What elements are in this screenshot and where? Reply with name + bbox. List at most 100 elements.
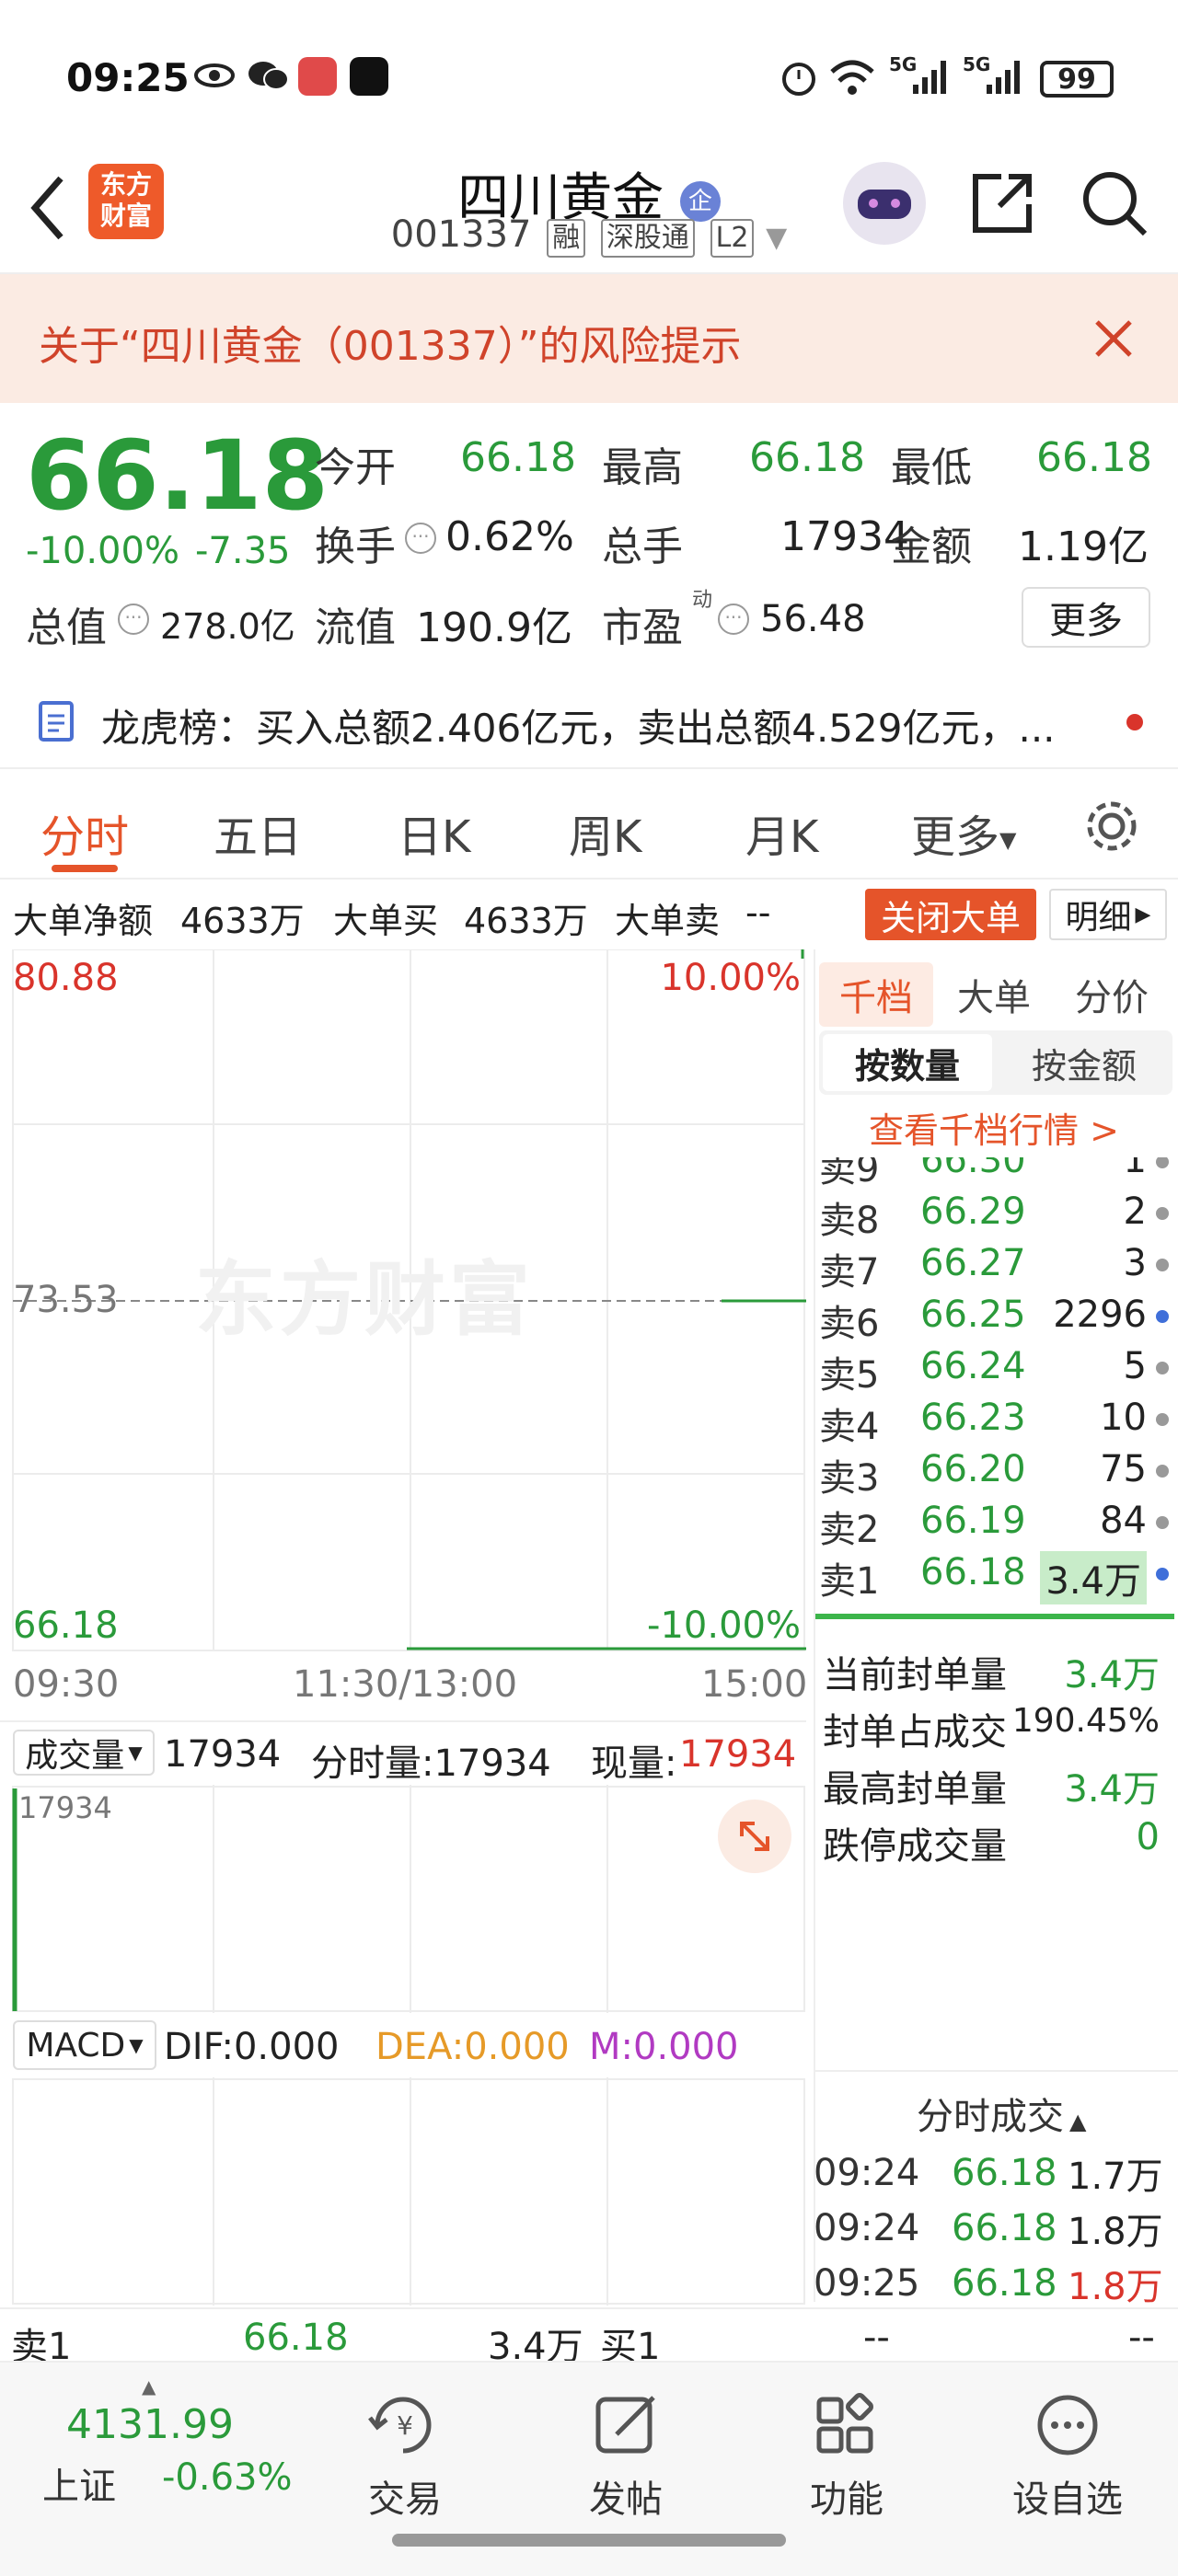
expand-icon[interactable] [718,1800,791,1873]
macd-dif: DIF:0.000 [164,2026,340,2068]
ai-assistant-icon[interactable] [843,162,926,245]
status-dot [1156,1362,1169,1374]
detail-button[interactable]: 明细 ▶ [1049,889,1167,940]
index-value: 4131.99 [66,2401,234,2448]
document-icon [39,701,74,742]
chevron-down-icon: ▼ [128,1742,143,1764]
tab-month-k[interactable]: 月K [745,800,818,865]
macd-selector[interactable]: MACD ▼ [13,2020,156,2070]
tab-large-orders[interactable]: 大单 [957,968,1031,1021]
info-icon[interactable]: ··· [118,604,149,635]
tab-more[interactable]: 更多▼ [911,800,1016,865]
tab-five-day[interactable]: 五日 [214,800,302,865]
close-big-order-button[interactable]: 关闭大单 [865,889,1036,940]
seal-row: 封单占成交 190.45% [823,1702,1172,1755]
time-start-label: 09:30 [13,1663,120,1706]
status-dot [1156,1157,1169,1168]
trades-title[interactable]: 分时成交 ▲ [917,2087,1086,2140]
status-dot [1156,1413,1169,1426]
min-price-label: 66.18 [13,1604,119,1647]
more-button[interactable]: 更多 [1022,587,1150,648]
detail-button-label: 明细 [1065,899,1132,937]
trade-list: 09:24 66.18 1.7万 09:24 66.18 1.8万 09:25 66.18… [814,2145,1178,2311]
subtab-group: 按数量 按金额 [819,1030,1172,1095]
dropdown-caret-icon[interactable]: ▼ [766,222,787,254]
status-dot [1156,1207,1169,1220]
ask-price: 66.23 [920,1397,1026,1439]
trade-icon: ¥ [368,2397,432,2454]
info-icon[interactable]: ··· [405,523,436,554]
ask-price: 66.27 [920,1242,1026,1284]
mid-price-label: 73.53 [13,1279,119,1321]
share-icon[interactable] [968,167,1038,237]
index-name: 上证 [42,2466,116,2508]
ask-price: 66.20 [920,1448,1026,1490]
current-price: 66.18 [26,420,329,532]
index-change: -0.63% [162,2456,293,2499]
ask-row[interactable]: 卖2 66.19 84 [815,1496,1174,1551]
svg-text:¥: ¥ [397,2410,413,2441]
ask-qty: 84 [1100,1500,1147,1542]
nav-add-watchlist[interactable]: 设自选 [985,2390,1150,2523]
macd-dea: DEA:0.000 [375,2026,570,2068]
macd-chart[interactable] [11,2077,806,2306]
tab-week-k[interactable]: 周K [569,800,641,865]
order-book-panel: 千档 大单 分价 按数量 按金额 查看千档行情 > 卖9 66.30 1 卖8 66.… [814,949,1178,2308]
nav-trade[interactable]: ¥ 交易 [322,2390,488,2523]
ask-row[interactable]: 卖6 66.25 2296 [815,1290,1174,1345]
ask-row[interactable]: 卖3 66.20 75 [815,1444,1174,1500]
view-depth-link[interactable]: 查看千档行情 > [869,1102,1119,1153]
gear-icon[interactable] [1082,797,1141,856]
ask-price: 66.24 [920,1345,1026,1387]
ask-qty: 10 [1100,1397,1147,1439]
pe-label: 市盈 [602,604,683,651]
best-quote-row: 卖1 66.18 3.4万 买1 -- -- [0,2307,1178,2368]
subtab-by-quantity[interactable]: 按数量 [823,1034,992,1091]
current-volume-label: 现量: [591,1742,677,1785]
ask-label: 卖5 [819,1354,880,1397]
status-dot [1156,1516,1169,1529]
ask-label: 卖4 [819,1406,880,1448]
intraday-chart[interactable]: 东方财富 80.88 10.00% 73.53 66.18 -10.00% [11,949,806,1658]
tab-day-k[interactable]: 日K [398,800,470,865]
nav-post[interactable]: 发帖 [543,2390,709,2523]
min-percent-label: -10.00% [647,1604,801,1647]
index-ticker[interactable]: ▲ 4131.99 上证 -0.63% [18,2375,313,2513]
subtab-by-amount[interactable]: 按金额 [999,1034,1169,1091]
ask-row[interactable]: 卖5 66.24 5 [815,1341,1174,1397]
volume-chart[interactable]: 17934 [11,1785,806,2013]
dragon-tiger-bar[interactable]: 龙虎榜：买入总额2.406亿元，卖出总额4.529亿元，... [0,670,1178,769]
risk-text[interactable]: 关于“四川黄金（001337）”的风险提示 [39,313,742,372]
app-notification-icon [298,57,337,96]
amount-value: 1.19亿 [1018,523,1149,570]
stock-header: 东方 财富 四川黄金 企 001337 融 深股通 L2 ▼ [0,156,1178,274]
ask-label: 卖6 [819,1303,880,1345]
ask-row[interactable]: 卖4 66.23 10 [815,1393,1174,1448]
big-net-value: 4633万 [180,901,305,941]
compose-icon [595,2396,655,2454]
volume-selector[interactable]: 成交量 ▼ [13,1730,155,1776]
info-icon[interactable]: ··· [718,604,749,635]
watermark: 东方财富 [195,1252,535,1347]
ask-qty: 5 [1123,1345,1147,1387]
ask-row[interactable]: 卖8 66.29 2 [815,1187,1174,1242]
risk-banner[interactable]: 关于“四川黄金（001337）”的风险提示 [0,274,1178,403]
volume-axis-max: 17934 [18,1790,112,1825]
dragon-tiger-text[interactable]: 龙虎榜：买入总额2.406亿元，卖出总额4.529亿元，... [101,697,1056,753]
macd-chart-grid [12,2077,805,2306]
ask-qty: 1 [1123,1157,1147,1181]
active-tab-indicator [52,865,118,872]
ask-row[interactable]: 卖1 66.18 3.4万 [815,1547,1174,1604]
tab-intraday[interactable]: 分时 [40,800,129,865]
nav-functions[interactable]: 功能 [764,2390,930,2523]
turnover-value: 0.62% [445,513,574,560]
home-indicator[interactable] [392,2534,786,2547]
ask-row[interactable]: 卖9 66.30 1 [815,1157,1174,1190]
tab-order-depth[interactable]: 千档 [819,962,933,1027]
tiktok-icon [350,57,388,96]
ask-row[interactable]: 卖7 66.27 3 [815,1238,1174,1294]
current-volume-value: 17934 [679,1733,797,1776]
search-icon[interactable] [1077,166,1150,239]
tab-price-distribution[interactable]: 分价 [1075,968,1149,1021]
close-icon[interactable] [1093,318,1134,359]
